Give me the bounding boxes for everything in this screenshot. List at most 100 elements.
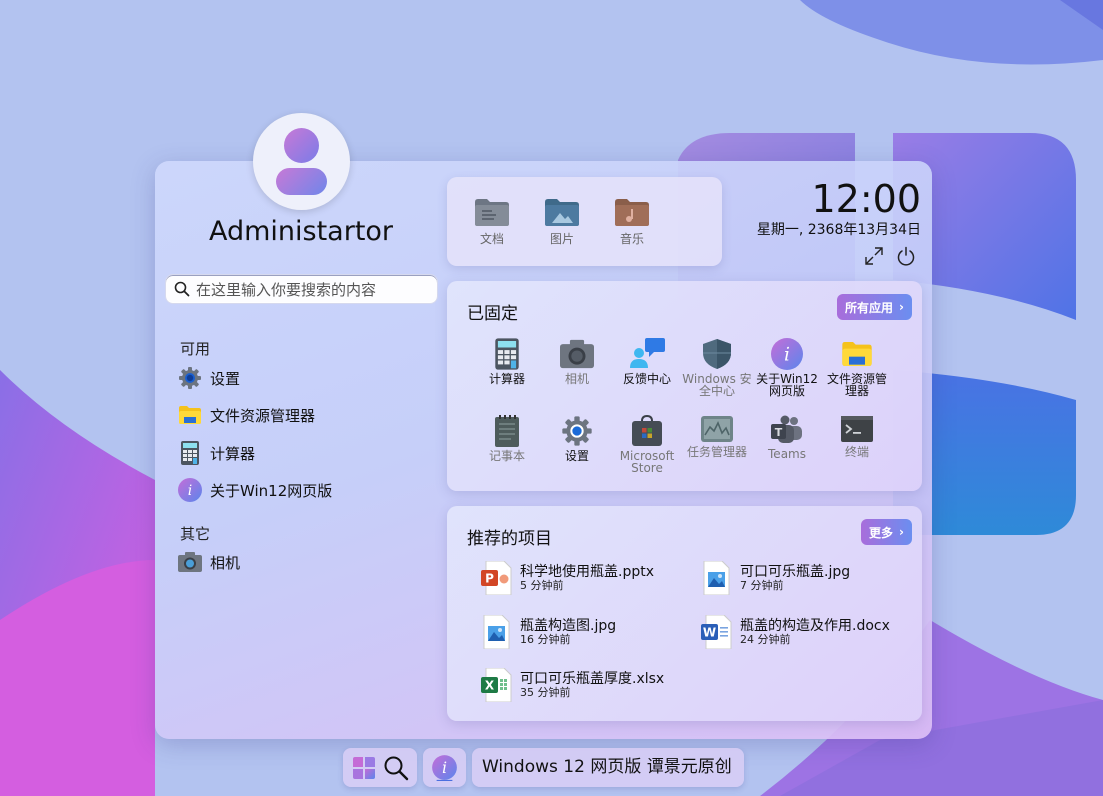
- recommended-item[interactable]: P 科学地使用瓶盖.pptx 5 分钟前: [480, 558, 654, 598]
- clock-time: 12:00: [811, 177, 921, 221]
- svg-text:i: i: [442, 758, 447, 777]
- all-apps-button[interactable]: 所有应用 ›: [837, 294, 912, 320]
- more-button[interactable]: 更多 ›: [861, 519, 912, 545]
- camera-icon: [560, 339, 594, 369]
- search-input[interactable]: [194, 278, 433, 302]
- powerpoint-file-icon: P: [481, 561, 512, 595]
- left-item-about[interactable]: i 关于Win12网页版: [178, 476, 332, 504]
- pinned-app-label: 任务管理器: [686, 445, 747, 459]
- avatar-body-icon: [276, 168, 327, 195]
- recommended-name: 科学地使用瓶盖.pptx: [520, 563, 654, 580]
- svg-text:i: i: [188, 483, 192, 499]
- folder-music[interactable]: 音乐: [607, 199, 657, 247]
- feedback-hub-icon: [630, 338, 665, 368]
- more-label: 更多: [869, 525, 894, 540]
- fullscreen-icon[interactable]: [864, 246, 884, 270]
- user-name: Administartor: [208, 216, 394, 247]
- pinned-app-label: 记事本: [488, 449, 525, 463]
- settings-icon: [178, 366, 202, 390]
- left-item-label: 相机: [210, 553, 241, 572]
- image-file-icon: [703, 561, 730, 595]
- quick-folders: 文档 图片 音乐: [447, 177, 722, 266]
- about-icon: i: [178, 478, 202, 502]
- left-item-calculator[interactable]: 计算器: [178, 439, 255, 467]
- pinned-app-label: 文件资源管理器: [826, 372, 887, 398]
- pinned-app-notepad[interactable]: 记事本: [472, 415, 542, 462]
- pinned-app-settings[interactable]: 设置: [542, 415, 612, 462]
- windows-security-icon: [703, 339, 731, 369]
- recommended-panel: 推荐的项目 更多 › P 科学地使用瓶盖.pptx 5 分钟前 可口可乐瓶盖.j…: [447, 506, 922, 721]
- chevron-right-icon: ›: [899, 300, 904, 314]
- pinned-app-label: 终端: [844, 445, 869, 459]
- recommended-item[interactable]: 瓶盖构造图.jpg 16 分钟前: [480, 612, 616, 652]
- pinned-app-file-explorer[interactable]: 文件资源管理器: [822, 338, 892, 397]
- taskbar-title-button[interactable]: Windows 12 网页版 谭景元原创: [472, 748, 744, 787]
- store-icon: [632, 415, 662, 446]
- settings-icon: [562, 416, 592, 446]
- user-avatar[interactable]: [253, 113, 350, 210]
- excel-file-icon: X: [481, 668, 512, 702]
- pinned-app-teams[interactable]: T Teams: [752, 415, 822, 460]
- folder-label: 图片: [549, 232, 574, 246]
- svg-text:X: X: [485, 679, 495, 693]
- recommended-item[interactable]: X 可口可乐瓶盖厚度.xlsx 35 分钟前: [480, 665, 664, 705]
- recommended-item[interactable]: W 瓶盖的构造及作用.docx 24 分钟前: [700, 612, 890, 652]
- file-explorer-icon: [178, 403, 202, 427]
- pinned-app-label: Teams: [768, 447, 806, 461]
- power-icon[interactable]: [896, 246, 916, 270]
- folder-documents[interactable]: 文档: [467, 199, 517, 247]
- recommended-title: 推荐的项目: [467, 529, 552, 549]
- recommended-name: 可口可乐瓶盖.jpg: [740, 563, 851, 580]
- recommended-name: 可口可乐瓶盖厚度.xlsx: [520, 670, 665, 687]
- pinned-app-label: 计算器: [488, 372, 525, 386]
- pinned-app-about[interactable]: i 关于Win12网页版: [752, 338, 822, 397]
- pinned-app-calculator[interactable]: 计算器: [472, 338, 542, 385]
- all-apps-label: 所有应用: [845, 300, 894, 315]
- recommended-item[interactable]: 可口可乐瓶盖.jpg 7 分钟前: [700, 558, 850, 598]
- file-explorer-icon: [842, 342, 872, 366]
- taskbar-title: Windows 12 网页版 谭景元原创: [482, 757, 732, 777]
- music-folder-icon: [615, 199, 649, 226]
- calculator-icon: [495, 338, 519, 370]
- taskbar-start-search: [343, 748, 417, 787]
- recommended-time: 7 分钟前: [740, 578, 784, 592]
- taskbar-about-button[interactable]: i: [423, 748, 466, 787]
- avatar-head-icon: [284, 128, 319, 163]
- search-icon[interactable]: [383, 755, 409, 785]
- folder-pictures[interactable]: 图片: [537, 199, 587, 247]
- svg-text:P: P: [485, 572, 494, 586]
- available-section-title: 可用: [180, 340, 211, 358]
- pinned-app-task-manager[interactable]: 任务管理器: [682, 415, 752, 458]
- left-item-file-explorer[interactable]: 文件资源管理器: [178, 401, 315, 429]
- teams-icon: T: [771, 415, 802, 443]
- search-icon: [174, 281, 190, 301]
- pinned-app-feedback-hub[interactable]: 反馈中心: [612, 338, 682, 385]
- recommended-time: 35 分钟前: [520, 685, 571, 699]
- recommended-name: 瓶盖的构造及作用.docx: [740, 617, 890, 634]
- terminal-icon: [841, 416, 873, 442]
- search-box[interactable]: [165, 274, 438, 304]
- left-item-settings[interactable]: 设置: [178, 364, 240, 392]
- left-item-label: 计算器: [210, 444, 256, 463]
- pinned-app-camera[interactable]: 相机: [542, 338, 612, 385]
- left-item-label: 设置: [210, 369, 241, 388]
- notepad-icon: [495, 415, 519, 447]
- pinned-app-terminal[interactable]: 终端: [822, 415, 892, 458]
- pinned-app-store[interactable]: Microsoft Store: [612, 415, 682, 474]
- svg-text:T: T: [775, 426, 783, 439]
- left-item-camera[interactable]: 相机: [178, 548, 240, 576]
- folder-label: 音乐: [619, 232, 644, 246]
- image-file-icon: [483, 615, 510, 649]
- about-icon: i: [771, 338, 803, 370]
- clock-date: 星期一, 2368年13月34日: [756, 222, 921, 238]
- pinned-app-label: 反馈中心: [622, 372, 671, 386]
- recommended-time: 24 分钟前: [740, 632, 791, 646]
- calculator-icon: [178, 441, 202, 465]
- left-item-label: 文件资源管理器: [210, 406, 316, 425]
- start-icon[interactable]: [351, 755, 377, 785]
- about-icon: i: [431, 754, 458, 785]
- documents-folder-icon: [475, 199, 509, 226]
- svg-text:i: i: [784, 345, 790, 366]
- chevron-right-icon: ›: [899, 525, 904, 539]
- pinned-app-windows-security[interactable]: Windows 安全中心: [682, 338, 752, 397]
